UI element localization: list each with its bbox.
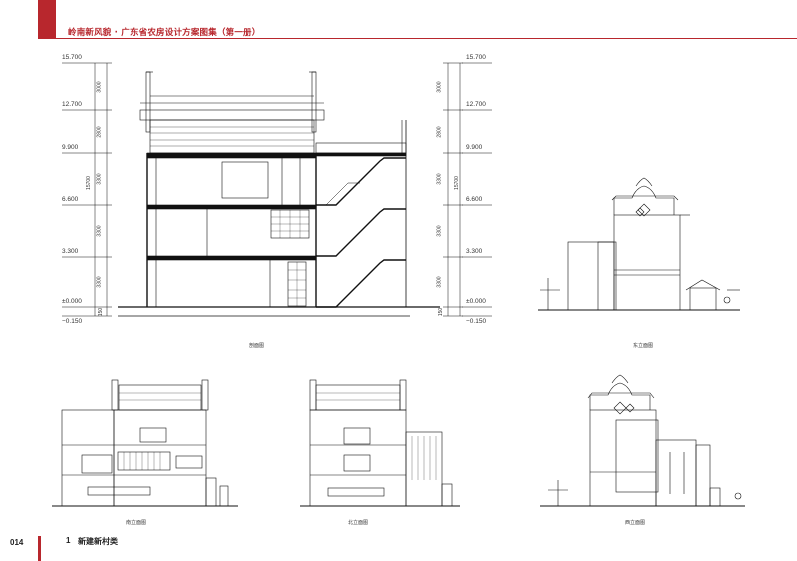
dim-right-6: 150 [438, 307, 445, 317]
dim-right-1: 3000 [436, 81, 443, 93]
footer-accent-bar [38, 536, 41, 561]
level-right-6: ±0.000 [466, 298, 486, 305]
dim-right-3: 3300 [436, 173, 443, 185]
level-left-3: 9.900 [62, 144, 79, 151]
level-right-7: −0.150 [466, 318, 487, 325]
south-elevation [52, 379, 238, 507]
level-left-7: −0.150 [62, 318, 83, 325]
dim-left-2: 2800 [96, 126, 103, 138]
level-left-5: 3.300 [62, 248, 79, 255]
dim-total-left: 15700 [85, 176, 92, 190]
west-elevation [540, 374, 745, 507]
caption-south: 南立面图 [126, 520, 147, 526]
chapter-title: 新建新村类 [78, 537, 118, 546]
dim-left-5: 3300 [96, 276, 103, 288]
dim-left-1: 3000 [96, 81, 103, 93]
dim-right-5: 3300 [436, 276, 443, 288]
level-right-1: 15.700 [466, 54, 486, 61]
level-right-4: 6.600 [466, 196, 483, 203]
architectural-drawings [52, 62, 745, 507]
dim-right-4: 3300 [436, 225, 443, 237]
level-left-4: 6.600 [62, 196, 79, 203]
dim-right-2: 2800 [436, 126, 443, 138]
page-number: 014 [10, 538, 24, 547]
level-left-1: 15.700 [62, 54, 82, 61]
caption-east: 东立面图 [633, 343, 654, 349]
level-right-5: 3.300 [466, 248, 483, 255]
dim-left-4: 3300 [96, 225, 103, 237]
caption-section: 剖面图 [249, 343, 265, 349]
east-elevation [538, 177, 740, 311]
dim-left-3: 3300 [96, 173, 103, 185]
caption-west: 西立面图 [625, 520, 646, 526]
dim-total-right: 15700 [453, 176, 460, 190]
level-right-2: 12.700 [466, 101, 486, 108]
level-left-2: 12.700 [62, 101, 82, 108]
north-elevation [300, 379, 460, 507]
level-left-6: ±0.000 [62, 298, 82, 305]
section-drawing [62, 62, 492, 317]
level-right-3: 9.900 [466, 144, 483, 151]
caption-north: 北立面图 [348, 520, 369, 526]
dim-left-6: 150 [98, 307, 105, 317]
chapter-number: 1 [66, 536, 71, 545]
